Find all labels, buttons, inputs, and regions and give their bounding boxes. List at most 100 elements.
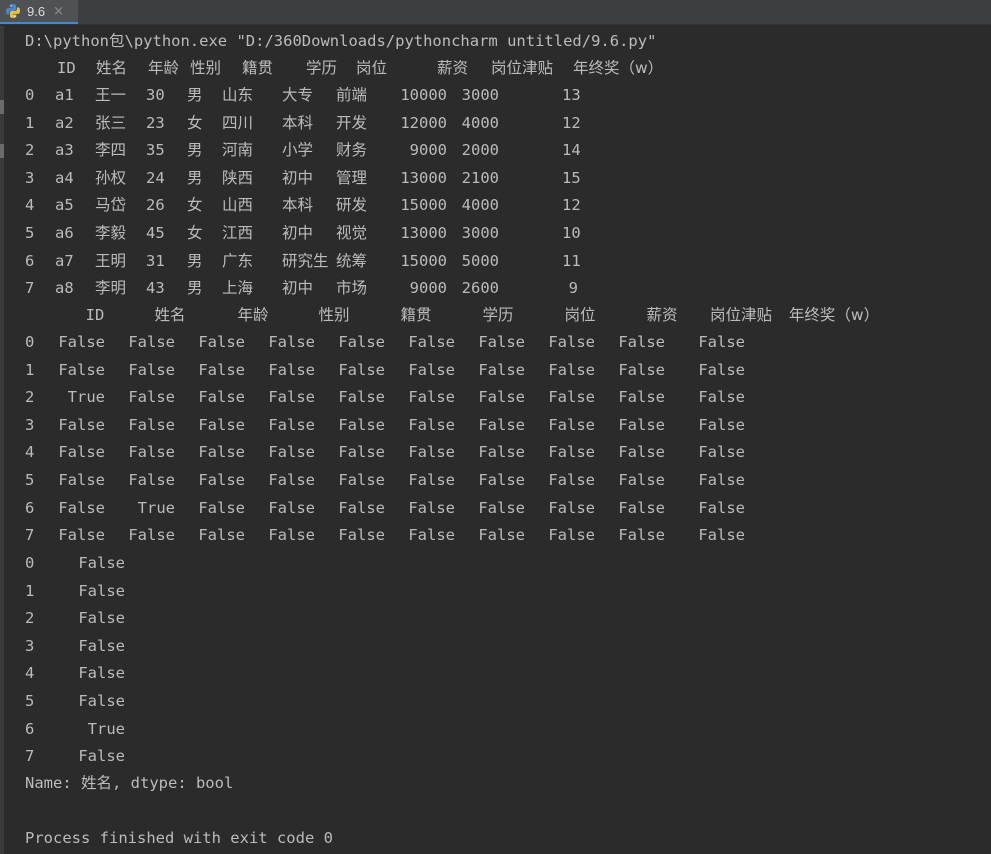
df-cell: 研究生 — [282, 251, 329, 270]
df-cell: 王明 — [95, 251, 127, 270]
dup-cell: False — [268, 443, 315, 462]
df-cell: 1 — [25, 113, 35, 132]
df-cell: 马岱 — [95, 196, 127, 215]
df-cell: 2 — [25, 141, 35, 160]
series-index: 4 — [25, 664, 35, 683]
df-cell: 24 — [146, 168, 165, 187]
series-value: False — [78, 636, 125, 655]
df-header-cell: 岗位津贴 — [491, 59, 554, 77]
df-header-cell: 学历 — [306, 59, 338, 77]
df-cell: 男 — [187, 168, 203, 187]
dup-cell: False — [128, 471, 175, 489]
dup-cell: False — [478, 443, 525, 462]
dup-cell: False — [408, 333, 455, 351]
dup-cell: False — [338, 498, 385, 517]
dup-cell: False — [58, 526, 105, 545]
dup-cell: False — [338, 471, 385, 489]
df-cell: 2100 — [461, 168, 499, 187]
dup-cell: False — [478, 333, 525, 351]
series-value: False — [78, 609, 125, 628]
df-cell: 初中 — [282, 224, 314, 242]
dup-cell: False — [58, 498, 105, 517]
df-cell: 男 — [187, 141, 203, 160]
df-cell: 王一 — [95, 86, 127, 104]
df-cell: 10 — [562, 224, 581, 242]
df-cell: 2600 — [461, 279, 499, 298]
dup-cell: False — [338, 388, 385, 407]
dup-cell: False — [618, 333, 665, 351]
df-header-cell: 年龄 — [148, 59, 180, 77]
df-cell: 前端 — [336, 86, 368, 104]
df-cell: 2000 — [461, 141, 499, 160]
df-cell: a3 — [55, 141, 74, 160]
df-cell: 23 — [146, 113, 165, 132]
dup-cell: False — [198, 415, 245, 434]
df-cell: 26 — [146, 196, 165, 215]
df-cell: 管理 — [336, 168, 368, 187]
series-index: 2 — [25, 609, 35, 628]
series-index: 3 — [25, 636, 35, 655]
dup-cell: False — [478, 415, 525, 434]
dup-cell: False — [198, 388, 245, 407]
df-cell: 张三 — [95, 113, 127, 132]
dup-cell: False — [128, 526, 175, 545]
dup-cell: False — [268, 471, 315, 489]
df-cell: 3000 — [461, 224, 499, 242]
df-cell: 市场 — [336, 279, 368, 298]
dup-cell: False — [548, 498, 595, 517]
dup-cell: False — [338, 415, 385, 434]
dup-cell: False — [478, 526, 525, 545]
dup-cell: False — [268, 498, 315, 517]
df-header-cell: 性别 — [190, 59, 222, 77]
series-value: False — [78, 554, 125, 572]
editor-tab-bar: 9.6 × — [0, 0, 991, 25]
df-header-cell: 姓名 — [96, 59, 128, 77]
dup-cell: False — [698, 471, 745, 489]
df-cell: 女 — [187, 224, 203, 242]
df-cell: 男 — [187, 251, 203, 270]
dup-cell: False — [128, 333, 175, 351]
dup-cell: False — [698, 443, 745, 462]
tab-9-6[interactable]: 9.6 × — [0, 0, 78, 24]
dup-cell: False — [548, 526, 595, 545]
dup-cell: False — [478, 360, 525, 379]
dup-index: 2 — [25, 388, 35, 407]
df-cell: 男 — [187, 279, 203, 298]
df-cell: 45 — [146, 224, 165, 242]
df-cell: 女 — [187, 196, 203, 215]
dup-cell: False — [338, 333, 385, 351]
dup-cell: False — [548, 443, 595, 462]
dup-cell: False — [618, 360, 665, 379]
df-cell: 女 — [187, 113, 203, 132]
dup-cell: False — [198, 443, 245, 462]
df-cell: 山西 — [222, 196, 254, 215]
df-cell: a7 — [55, 251, 74, 270]
dup-cell: False — [338, 443, 385, 462]
series-value: False — [78, 747, 125, 766]
df-cell: a5 — [55, 196, 74, 215]
df-cell: 小学 — [282, 141, 314, 160]
run-console-output[interactable]: D:\python包\python.exe "D:/360Downloads/p… — [0, 26, 991, 854]
close-icon[interactable]: × — [53, 4, 64, 19]
df-cell: 9000 — [409, 279, 447, 298]
dup-cell: False — [618, 471, 665, 489]
series-index: 7 — [25, 747, 35, 766]
dup-cell: False — [548, 471, 595, 489]
df-cell: 15 — [562, 168, 581, 187]
dup-cell: False — [58, 471, 105, 489]
dup-cell: False — [408, 498, 455, 517]
dup-cell: False — [58, 415, 105, 434]
df-cell: 李毅 — [95, 224, 127, 242]
dup-cell: False — [618, 443, 665, 462]
df-cell: 李明 — [95, 279, 127, 298]
df-cell: 3 — [25, 168, 35, 187]
df-cell: 13000 — [400, 224, 447, 242]
dup-cell: False — [58, 443, 105, 462]
series-index: 0 — [25, 554, 35, 572]
dup-cell: False — [698, 415, 745, 434]
df-cell: 本科 — [282, 196, 314, 215]
dup-cell: False — [478, 498, 525, 517]
df-cell: 统筹 — [336, 251, 368, 270]
dup-index: 5 — [25, 471, 35, 489]
df-cell: 本科 — [282, 113, 314, 132]
